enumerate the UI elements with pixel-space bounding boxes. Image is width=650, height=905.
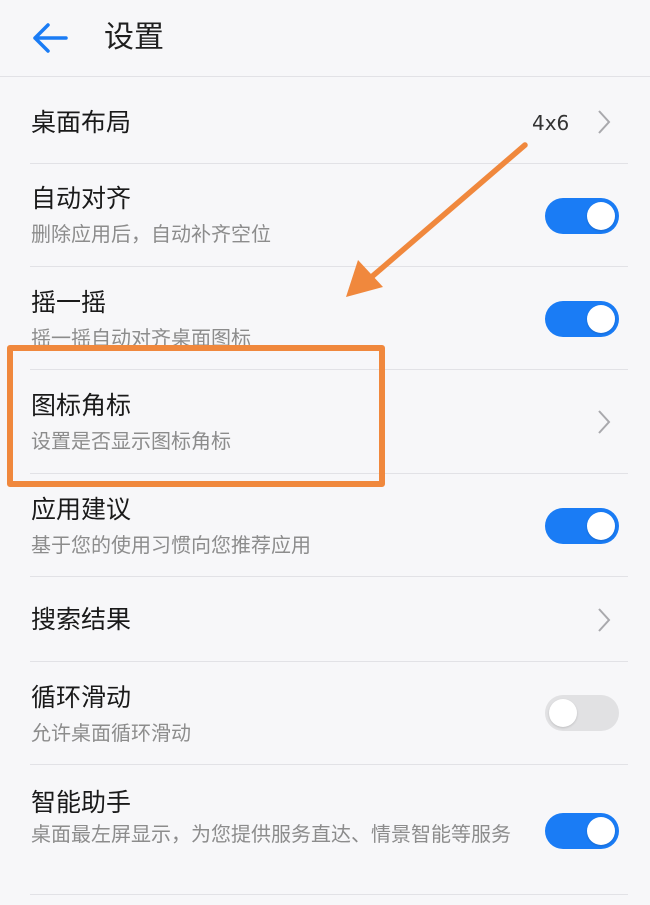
loop-scroll-toggle[interactable]	[545, 695, 619, 731]
app-suggestions-label: 应用建议	[31, 495, 132, 524]
auto-align-toggle[interactable]	[545, 198, 619, 234]
app-suggestions-description: 基于您的使用习惯向您推荐应用	[31, 533, 311, 557]
smart-assistant-label: 智能助手	[31, 788, 132, 817]
desktop-layout-label: 桌面布局	[31, 108, 132, 137]
auto-align-description: 删除应用后，自动补齐空位	[31, 222, 271, 246]
setting-shake: 摇一摇 摇一摇自动对齐桌面图标	[0, 267, 650, 370]
shake-description: 摇一摇自动对齐桌面图标	[31, 326, 251, 350]
toggle-knob	[587, 202, 615, 230]
auto-align-label: 自动对齐	[31, 184, 132, 213]
chevron-right-icon	[598, 608, 611, 632]
loop-scroll-description: 允许桌面循环滑动	[31, 721, 191, 745]
smart-assistant-description: 桌面最左屏显示，为您提供服务直达、情景智能等服务	[31, 822, 511, 846]
toggle-knob	[587, 305, 615, 333]
icon-badge-label: 图标角标	[31, 391, 132, 420]
loop-scroll-label: 循环滑动	[31, 683, 132, 712]
toggle-knob	[587, 512, 615, 540]
setting-search-results[interactable]: 搜索结果	[0, 577, 650, 662]
setting-auto-align: 自动对齐 删除应用后，自动补齐空位	[0, 164, 650, 267]
toggle-knob	[587, 817, 615, 845]
setting-icon-badge[interactable]: 图标角标 设置是否显示图标角标	[0, 370, 650, 474]
chevron-right-icon	[598, 410, 611, 434]
setting-loop-scroll: 循环滑动 允许桌面循环滑动	[0, 662, 650, 765]
chevron-right-icon	[598, 110, 611, 134]
setting-desktop-layout[interactable]: 桌面布局 4x6	[0, 77, 650, 164]
setting-smart-assistant: 智能助手 桌面最左屏显示，为您提供服务直达、情景智能等服务	[0, 765, 650, 895]
divider	[30, 894, 628, 895]
setting-app-suggestions: 应用建议 基于您的使用习惯向您推荐应用	[0, 474, 650, 577]
back-arrow-icon[interactable]	[30, 20, 70, 56]
icon-badge-description: 设置是否显示图标角标	[31, 429, 231, 453]
smart-assistant-toggle[interactable]	[545, 813, 619, 849]
page-title: 设置	[104, 20, 164, 55]
shake-label: 摇一摇	[31, 288, 107, 317]
search-results-label: 搜索结果	[31, 605, 132, 634]
toggle-knob	[549, 699, 577, 727]
desktop-layout-value: 4x6	[532, 111, 570, 135]
shake-toggle[interactable]	[545, 301, 619, 337]
header-bar: 设置	[0, 0, 650, 77]
app-suggestions-toggle[interactable]	[545, 508, 619, 544]
